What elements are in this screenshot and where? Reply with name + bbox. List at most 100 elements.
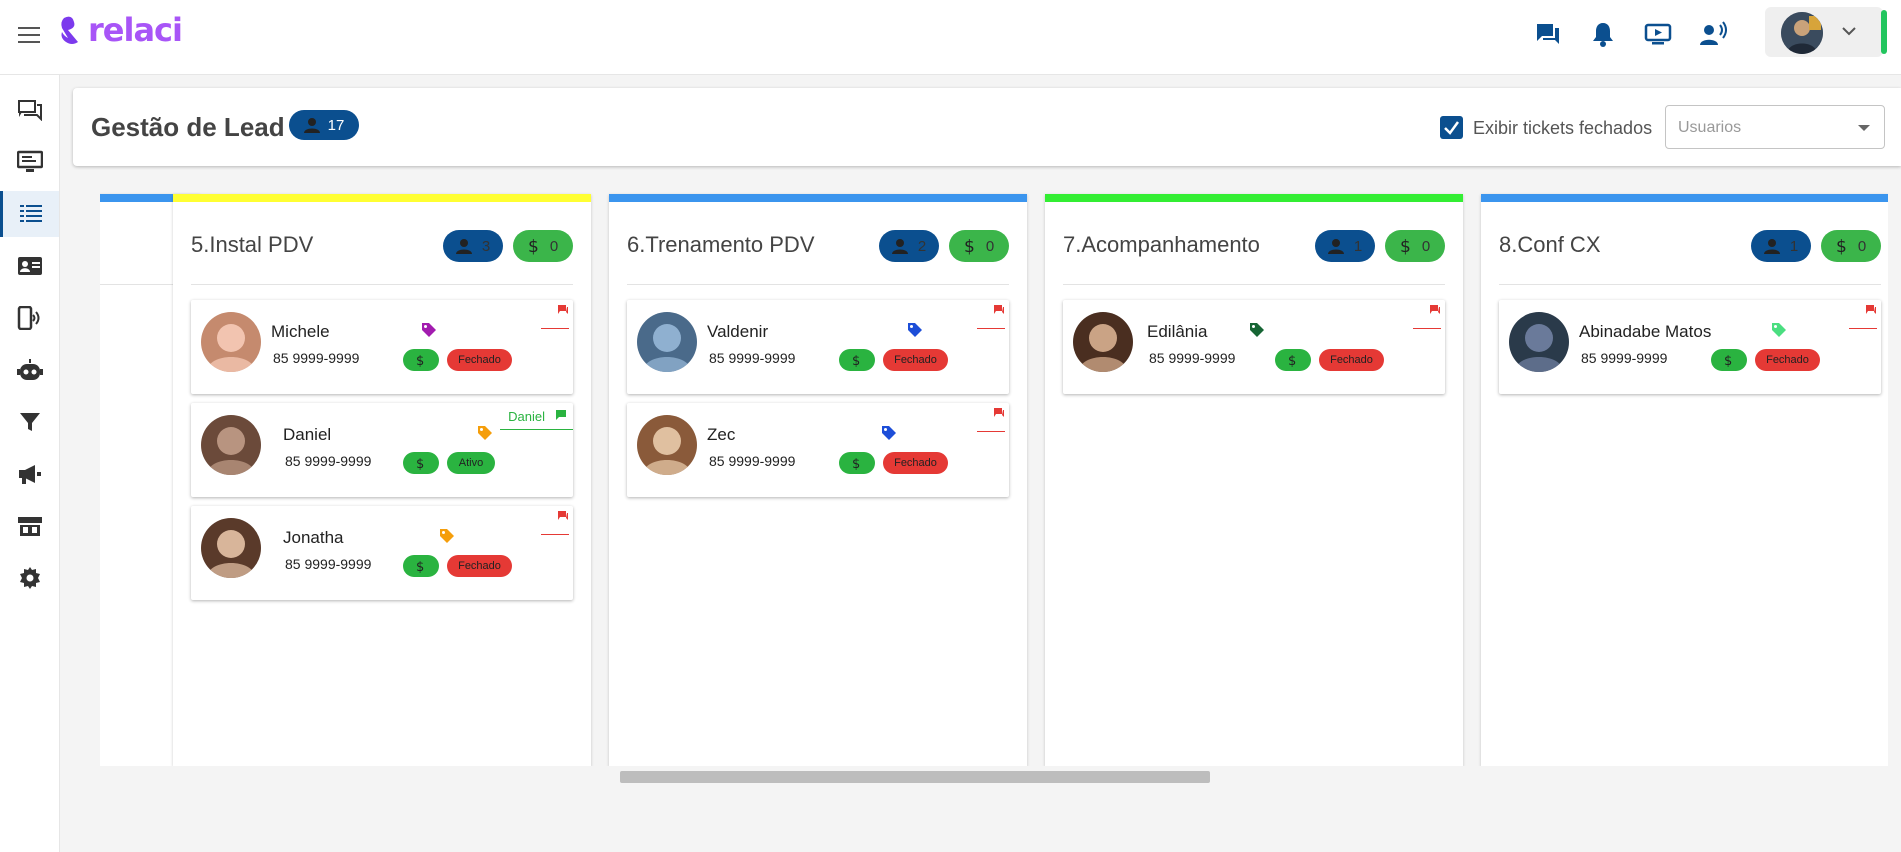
tag-icon[interactable] [907,322,923,343]
open-chat-icon[interactable] [541,304,569,329]
tag-icon[interactable] [1249,322,1265,343]
svg-text:$: $ [852,457,860,471]
column-divider [1063,284,1445,285]
sidebar-item-contacts[interactable] [0,243,59,289]
svg-text:$: $ [964,237,975,255]
contact-name: Abinadabe Matos [1579,322,1712,341]
lead-card[interactable]: Abinadabe Matos 85 9999-9999 $ Fechado [1499,300,1881,394]
sidebar-item-dashboard[interactable] [0,139,59,185]
status-chip: Fechado [883,349,948,371]
relaci-logo-icon [61,16,78,44]
show-closed-checkbox[interactable] [1440,116,1463,139]
column-money-count: 0 [549,237,559,255]
open-chat-icon[interactable] [541,510,569,535]
column-money-count: 0 [985,237,995,255]
dollar-icon: $ [1724,354,1732,368]
robot-icon [16,359,43,380]
column-users-count: 2 [917,237,927,255]
money-chip[interactable]: $ [1711,349,1747,371]
tag-icon[interactable] [477,425,493,446]
sidebar-item-kanban[interactable] [0,191,59,237]
lead-card[interactable]: Michele 85 9999-9999 $ Fechado [191,300,573,394]
user-menu-button[interactable] [1765,7,1887,57]
contact-phone: 85 9999-9999 [285,453,372,469]
contact-name: Daniel [283,425,332,444]
lead-card[interactable]: Valdenir 85 9999-9999 $ Fechado [627,300,1009,394]
svg-text:$: $ [416,457,424,471]
kanban-column: 7.Acompanhamento 1 $0 Edilânia 85 9999-9999 $… [1045,194,1463,766]
money-chip[interactable]: $ [403,349,439,371]
sidebar-item-filters[interactable] [0,399,59,445]
hamburger-menu-icon[interactable] [14,20,44,50]
status-chip: Ativo [447,452,495,474]
sidebar-item-campaigns[interactable] [0,451,59,497]
lead-card[interactable]: Zec 85 9999-9999 $ Fechado [627,403,1009,497]
tag-icon[interactable] [881,425,897,446]
column-divider [627,284,1009,285]
kanban-column: 6.Trenamento PDV 2 $0 Valdenir 85 9999-9999 $… [609,194,1027,766]
dollar-icon: $ [416,560,424,574]
svg-text:$: $ [528,237,539,255]
sidebar-item-connections[interactable] [0,295,59,341]
open-chat-icon[interactable] [977,407,1005,432]
assigned-user-name: Daniel [508,408,545,424]
megaphone-icon [18,465,41,484]
money-chip[interactable]: $ [403,555,439,577]
dollar-icon: $ [964,237,975,255]
chat-icon[interactable] [1530,16,1566,52]
column-title: 6.Trenamento PDV [627,232,815,257]
column-users-pill: 1 [1751,230,1811,262]
lead-card[interactable]: Edilânia 85 9999-9999 $ Fechado [1063,300,1445,394]
sidebar-item-store[interactable] [0,503,59,549]
open-chat-icon[interactable] [1849,304,1877,329]
assigned-user-flag[interactable]: Daniel [500,403,573,430]
tag-icon[interactable] [439,528,455,549]
svg-text:$: $ [1836,237,1847,255]
user-avatar [1781,12,1823,54]
contact-phone: 85 9999-9999 [709,350,796,366]
contact-avatar [201,518,261,578]
voice-icon[interactable] [1695,16,1731,52]
lead-count: 17 [327,116,345,134]
desktop-icon [16,150,43,172]
column-divider [191,284,573,285]
money-chip[interactable]: $ [403,452,439,474]
column-money-count: 0 [1421,237,1431,255]
contact-avatar [201,415,261,475]
lead-card[interactable]: Daniel 85 9999-9999 $ Ativo Daniel [191,403,573,497]
contact-phone: 85 9999-9999 [273,350,360,366]
sidebar-item-settings[interactable] [0,555,59,601]
money-chip[interactable]: $ [839,452,875,474]
app-logo[interactable]: relaci [58,10,183,50]
sidebar-item-bots[interactable] [0,347,59,393]
tag-icon[interactable] [1771,322,1787,343]
person-icon [891,239,908,254]
checkmark-icon [1444,121,1460,135]
users-select[interactable]: Usuarios [1665,105,1885,149]
sidebar-item-tickets[interactable] [0,87,59,133]
page-header: Gestão de Lead 17 Exibir tickets fechado… [73,88,1901,166]
open-chat-icon[interactable] [1413,304,1441,329]
money-chip[interactable]: $ [1275,349,1311,371]
column-users-count: 3 [481,237,491,255]
filter-icon [19,413,40,431]
column-title: 7.Acompanhamento [1063,232,1260,257]
show-closed-label[interactable]: Exibir tickets fechados [1473,118,1652,139]
money-chip[interactable]: $ [839,349,875,371]
list-icon [20,205,42,222]
dollar-icon: $ [1400,237,1411,255]
bell-icon[interactable] [1585,16,1621,52]
lead-card[interactable]: Jonatha 85 9999-9999 $ Fechado [191,506,573,600]
svg-text:$: $ [852,354,860,368]
tag-icon[interactable] [421,322,437,343]
sidebar [0,75,60,852]
status-chip: Fechado [447,349,512,371]
svg-text:$: $ [1724,354,1732,368]
page-title: Gestão de Lead [91,112,285,142]
person-icon [1327,239,1344,254]
dollar-icon: $ [416,354,424,368]
horizontal-scrollbar[interactable] [620,771,1210,783]
column-title: 8.Conf CX [1499,232,1601,257]
open-chat-icon[interactable] [977,304,1005,329]
tv-icon[interactable] [1640,16,1676,52]
